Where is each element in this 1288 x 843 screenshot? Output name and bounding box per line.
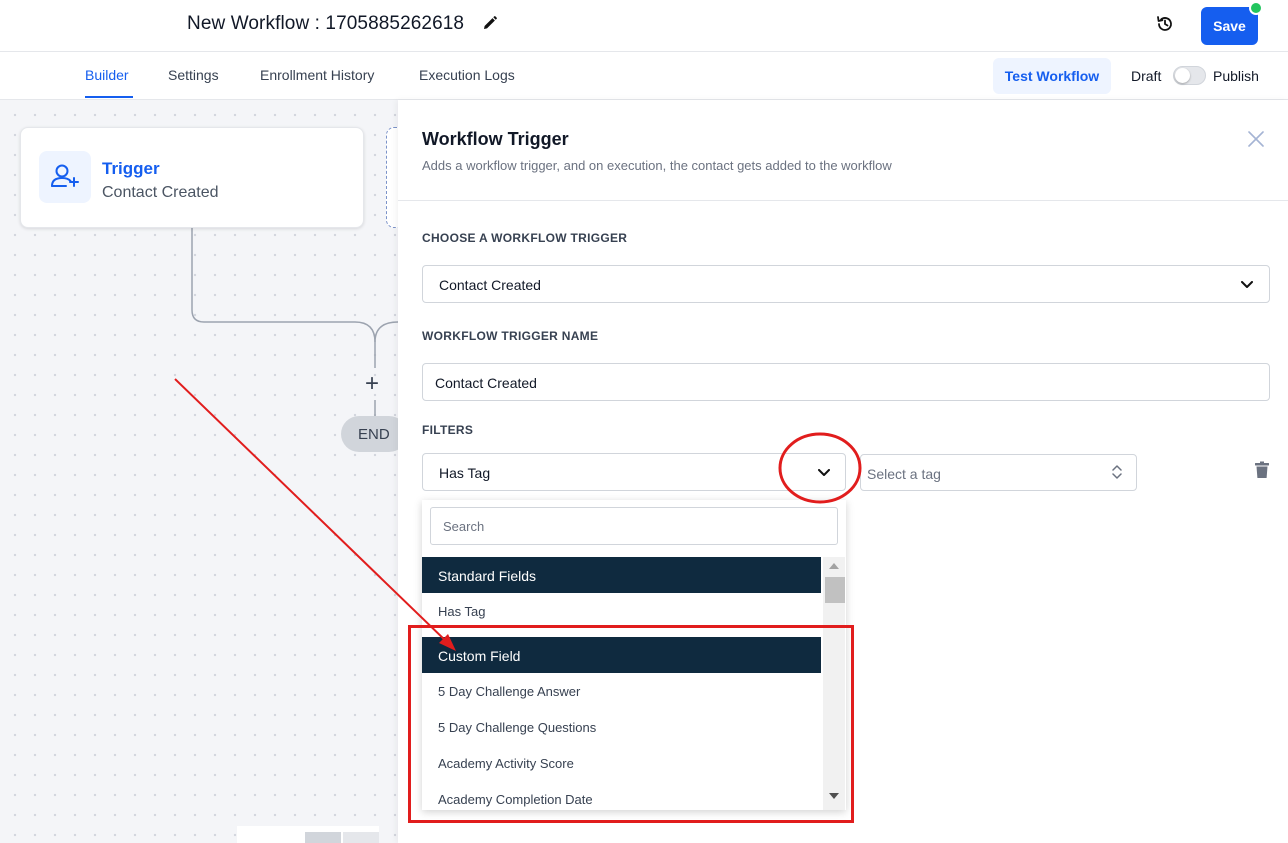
publish-toggle[interactable] <box>1173 66 1206 85</box>
trigger-node[interactable]: Trigger Contact Created <box>20 127 364 228</box>
trigger-settings-panel: Workflow Trigger Adds a workflow trigger… <box>398 100 1288 843</box>
history-icon[interactable] <box>1155 14 1175 34</box>
test-workflow-button[interactable]: Test Workflow <box>993 58 1111 94</box>
sort-updown-icon <box>1112 465 1122 479</box>
trigger-name-label: WORKFLOW TRIGGER NAME <box>422 329 599 343</box>
choose-trigger-label: CHOOSE A WORKFLOW TRIGGER <box>422 231 628 245</box>
chevron-down-icon[interactable] <box>818 469 830 477</box>
option-custom-field[interactable]: Academy Completion Date <box>422 781 821 810</box>
scroll-down-icon[interactable] <box>829 793 839 799</box>
minimap-block <box>305 832 341 843</box>
tab-settings[interactable]: Settings <box>168 67 219 83</box>
trigger-name-input[interactable]: Contact Created <box>422 363 1270 401</box>
scroll-up-icon[interactable] <box>829 563 839 569</box>
group-header-custom-field: Custom Field <box>422 637 821 673</box>
option-custom-field[interactable]: 5 Day Challenge Questions <box>422 709 821 745</box>
add-step-button[interactable]: + <box>365 370 379 398</box>
filter-select-value: Has Tag <box>439 465 491 481</box>
group-header-standard-fields: Standard Fields <box>422 557 821 593</box>
divider <box>398 200 1288 201</box>
pencil-icon[interactable] <box>482 15 498 31</box>
trash-icon[interactable] <box>1254 461 1270 479</box>
dropdown-search-input[interactable] <box>430 507 838 545</box>
filters-label: FILTERS <box>422 423 474 437</box>
trigger-icon-box <box>39 151 91 203</box>
toggle-knob <box>1175 68 1190 83</box>
option-custom-field[interactable]: Academy Activity Score <box>422 745 821 781</box>
active-tab-indicator <box>85 96 133 98</box>
trigger-select-value: Contact Created <box>439 277 541 293</box>
filter-field-select[interactable]: Has Tag <box>422 453 846 491</box>
top-header: New Workflow : 1705885262618 Save <box>0 0 1288 52</box>
minimap-block <box>343 832 379 843</box>
add-trigger-placeholder[interactable] <box>386 127 398 228</box>
draft-label: Draft <box>1131 68 1162 84</box>
tab-enrollment-history[interactable]: Enrollment History <box>260 67 374 83</box>
workflow-canvas[interactable]: Trigger Contact Created + END <box>0 100 398 843</box>
tab-bar: Builder Settings Enrollment History Exec… <box>0 52 1288 100</box>
panel-description: Adds a workflow trigger, and on executio… <box>422 158 892 173</box>
option-has-tag[interactable]: Has Tag <box>422 593 821 629</box>
status-dot <box>1249 1 1263 15</box>
save-button[interactable]: Save <box>1201 7 1258 45</box>
dropdown-scrollbar[interactable] <box>823 557 845 810</box>
add-user-icon <box>51 164 79 187</box>
workflow-title: New Workflow : 1705885262618 <box>187 13 465 34</box>
panel-title: Workflow Trigger <box>422 129 569 149</box>
tag-select-placeholder: Select a tag <box>867 466 941 482</box>
tab-execution-logs[interactable]: Execution Logs <box>419 67 515 83</box>
close-icon[interactable] <box>1248 131 1264 147</box>
tab-builder[interactable]: Builder <box>85 67 129 83</box>
end-node: END <box>341 416 398 452</box>
option-custom-field[interactable]: 5 Day Challenge Answer <box>422 673 821 709</box>
scrollbar-thumb[interactable] <box>825 577 845 603</box>
trigger-select[interactable]: Contact Created <box>422 265 1270 303</box>
tag-select[interactable]: Select a tag <box>860 454 1137 491</box>
trigger-subtitle: Contact Created <box>102 184 219 201</box>
trigger-title: Trigger <box>102 159 160 178</box>
publish-label: Publish <box>1213 68 1259 84</box>
chevron-down-icon <box>1241 281 1253 288</box>
filter-dropdown: Standard Fields Has Tag Custom Field 5 D… <box>422 500 846 810</box>
